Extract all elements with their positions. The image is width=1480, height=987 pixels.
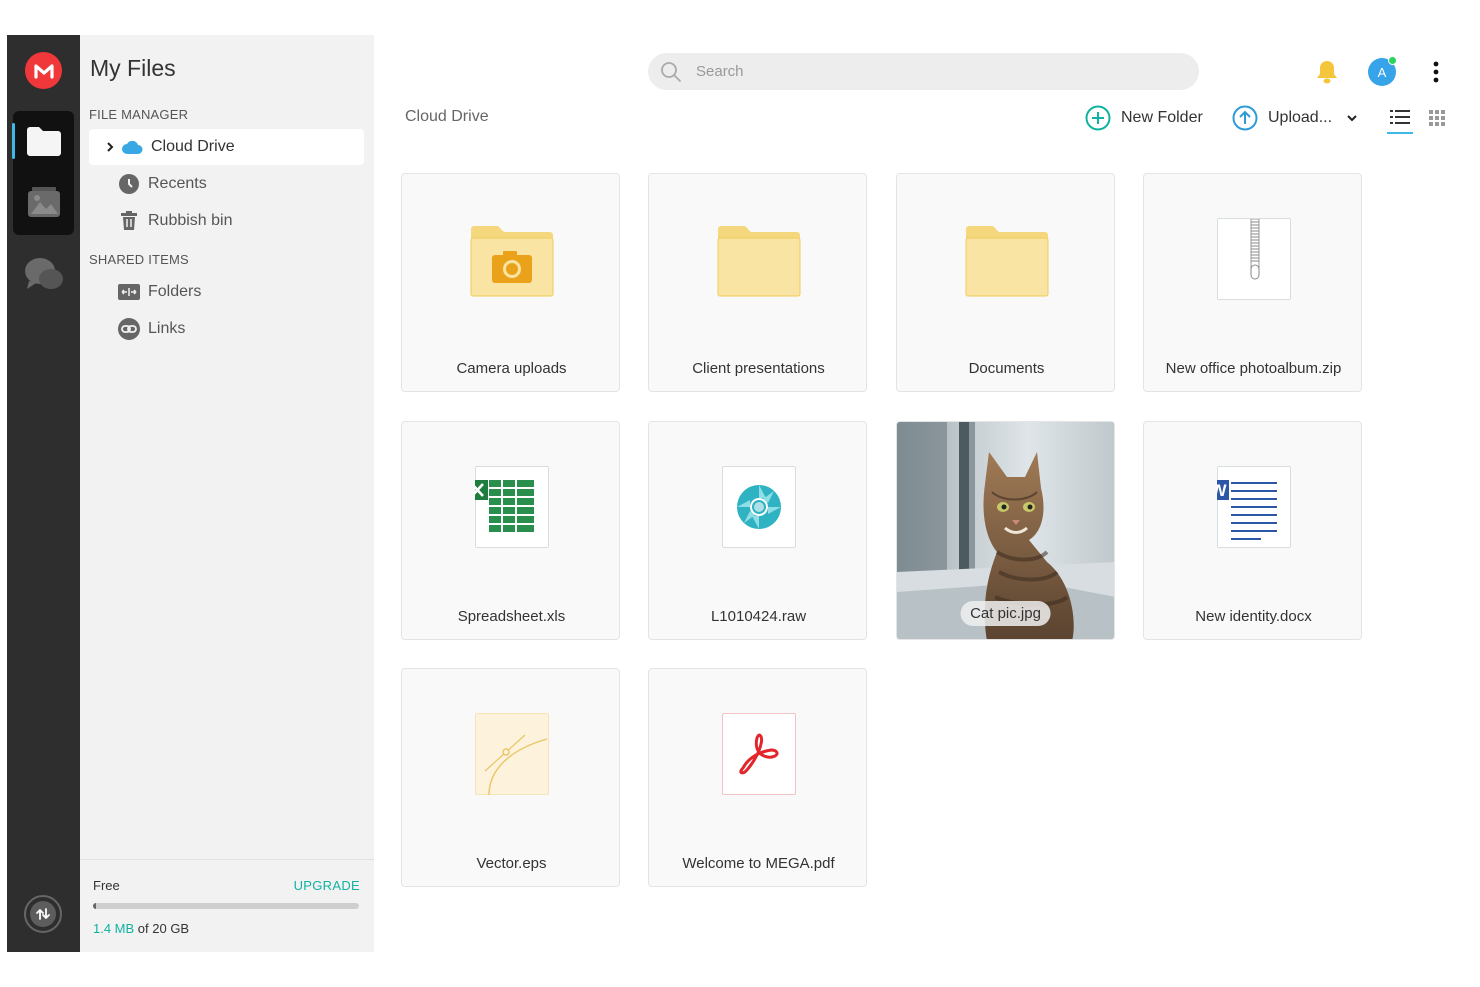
app-rail	[7, 35, 80, 952]
new-folder-label: New Folder	[1121, 109, 1203, 126]
file-name: Vector.eps	[476, 855, 547, 872]
search-bar[interactable]	[648, 53, 1199, 90]
file-card-identity-docx[interactable]: W New identity.docx	[1143, 421, 1362, 640]
storage-quota-bar	[93, 903, 359, 909]
file-name: Camera uploads	[456, 360, 567, 377]
transfer-arrows-icon	[30, 901, 56, 927]
sidebar-item-label: Recents	[148, 175, 207, 192]
file-card-photoalbum-zip[interactable]: New office photoalbum.zip	[1143, 173, 1362, 392]
upgrade-link[interactable]: UPGRADE	[294, 878, 360, 893]
rail-nav-group	[13, 111, 74, 235]
list-view-toggle-icon[interactable]	[1387, 106, 1413, 134]
file-thumb	[402, 452, 619, 562]
excel-file-icon	[474, 466, 549, 548]
search-icon	[660, 61, 682, 83]
file-thumb	[649, 452, 866, 562]
shared-folder-icon	[118, 281, 140, 303]
mega-logo-icon[interactable]	[25, 52, 62, 89]
cloud-icon	[121, 136, 143, 158]
sidebar-item-shared-folders[interactable]: Folders	[89, 274, 364, 310]
upload-label: Upload...	[1268, 109, 1333, 126]
photos-nav-icon[interactable]	[23, 181, 64, 225]
file-manager-heading: FILE MANAGER	[89, 107, 189, 122]
sidebar-item-links[interactable]: Links	[89, 311, 364, 347]
cloud-drive-nav-icon[interactable]	[23, 119, 64, 163]
pdf-file-icon	[721, 713, 796, 795]
file-name: New identity.docx	[1195, 608, 1312, 625]
notifications-bell-icon[interactable]	[1313, 58, 1341, 86]
file-name: Spreadsheet.xls	[457, 608, 566, 625]
sidebar-item-rubbish-bin[interactable]: Rubbish bin	[89, 203, 364, 239]
plus-circle-icon	[1085, 105, 1111, 131]
breadcrumb[interactable]: Cloud Drive	[405, 108, 489, 126]
sidebar-item-label: Links	[148, 320, 186, 337]
upload-button[interactable]: Upload...	[1232, 104, 1358, 132]
sidebar-item-label: Cloud Drive	[151, 138, 235, 155]
zip-file-icon	[1216, 218, 1291, 300]
plan-label: Free	[93, 878, 120, 893]
word-file-icon: W	[1216, 466, 1291, 548]
folder-icon	[649, 204, 866, 314]
search-input[interactable]	[696, 63, 1156, 80]
file-name: New office photoalbum.zip	[1165, 360, 1342, 377]
camera-folder-icon	[402, 204, 619, 314]
more-menu-icon[interactable]	[1428, 58, 1444, 86]
file-card-raw[interactable]: L1010424.raw	[648, 421, 867, 640]
file-name: Cat pic.jpg	[960, 601, 1051, 626]
file-name: Documents	[968, 360, 1045, 377]
storage-quota-fill	[93, 903, 97, 909]
file-name: Client presentations	[692, 360, 825, 377]
file-card-client-presentations[interactable]: Client presentations	[648, 173, 867, 392]
file-thumb	[649, 699, 866, 809]
chevron-down-icon[interactable]	[1346, 114, 1358, 122]
storage-total: of 20 GB	[134, 921, 190, 936]
storage-usage: 1.4 MB of 20 GB	[93, 921, 189, 936]
storage-used: 1.4 MB	[93, 921, 135, 936]
clock-icon	[118, 173, 140, 195]
link-icon	[118, 318, 140, 340]
shared-items-heading: SHARED ITEMS	[89, 252, 189, 267]
chevron-right-icon[interactable]	[102, 141, 118, 153]
svg-text:W: W	[1217, 481, 1227, 500]
file-card-spreadsheet[interactable]: Spreadsheet.xls	[401, 421, 620, 640]
vector-file-icon	[474, 713, 549, 795]
sidebar: My Files FILE MANAGER Cloud Drive Recent…	[80, 35, 374, 952]
sidebar-item-label: Rubbish bin	[148, 212, 233, 229]
file-name: L1010424.raw	[710, 608, 807, 625]
sidebar-item-cloud-drive[interactable]: Cloud Drive	[89, 129, 364, 165]
aperture-raw-icon	[721, 466, 796, 548]
file-thumb	[1144, 204, 1361, 314]
active-indicator	[12, 123, 15, 159]
storage-footer: Free UPGRADE 1.4 MB of 20 GB	[80, 859, 374, 952]
file-thumb: W	[1144, 452, 1361, 562]
file-card-vector-eps[interactable]: Vector.eps	[401, 668, 620, 887]
trash-icon	[118, 210, 140, 232]
file-card-camera-uploads[interactable]: Camera uploads	[401, 173, 620, 392]
new-folder-button[interactable]: New Folder	[1085, 104, 1203, 132]
folder-icon	[897, 204, 1114, 314]
file-name: Welcome to MEGA.pdf	[682, 855, 835, 872]
grid-view-toggle-icon[interactable]	[1427, 108, 1447, 128]
chat-nav-icon[interactable]	[23, 255, 65, 295]
sidebar-item-recents[interactable]: Recents	[89, 166, 364, 202]
sidebar-title: My Files	[90, 55, 176, 81]
file-card-documents[interactable]: Documents	[896, 173, 1115, 392]
online-status-dot	[1388, 56, 1397, 65]
sidebar-item-label: Folders	[148, 283, 202, 300]
file-card-welcome-pdf[interactable]: Welcome to MEGA.pdf	[648, 668, 867, 887]
file-thumb	[402, 699, 619, 809]
transfers-button[interactable]	[24, 895, 62, 933]
upload-arrow-icon	[1232, 105, 1258, 131]
file-card-cat-pic[interactable]: Cat pic.jpg	[896, 421, 1115, 640]
